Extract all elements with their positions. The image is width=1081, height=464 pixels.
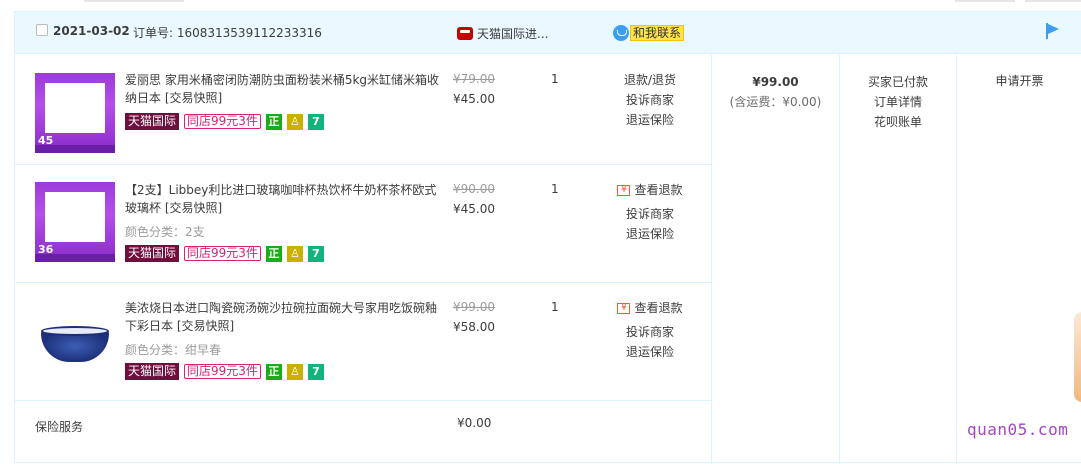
top-edge-strip — [0, 0, 1081, 3]
seven-day-icon: 7 — [307, 245, 324, 262]
shop-name: 天猫国际进... — [477, 27, 549, 41]
quantity: 1 — [551, 300, 559, 314]
actual-price: ¥45.00 — [453, 92, 495, 106]
contact-seller-button[interactable]: 和我联系 — [613, 25, 685, 41]
product-tags: 天猫国际 同店99元3件 正 ♙ 7 — [125, 363, 324, 380]
shop-promo-tag[interactable]: 同店99元3件 — [184, 364, 261, 379]
product-title[interactable]: 【2支】Libbey利比进口玻璃咖啡杯热饮杯牛奶杯茶杯欧式玻璃杯 [交易快照] — [125, 181, 445, 217]
authentic-icon: 正 — [265, 113, 282, 130]
original-price: ¥99.00 — [453, 300, 495, 314]
shop-link[interactable]: 天猫国际进... — [457, 25, 548, 42]
authentic-icon: 正 — [265, 363, 282, 380]
wangwang-icon — [613, 25, 629, 41]
shipping-note: (含运费：¥0.00) — [729, 95, 822, 109]
return-insurance-link[interactable]: 退运保险 — [610, 224, 690, 244]
shop-promo-tag[interactable]: 同店99元3件 — [184, 114, 261, 129]
order-item: 45 爱丽思 家用米桶密闭防潮防虫面粉装米桶5kg米缸储米箱收纳日本 [交易快照… — [15, 55, 711, 164]
original-price: ¥90.00 — [453, 182, 495, 196]
total-amount: ¥99.00 — [752, 75, 799, 89]
product-thumbnail[interactable]: 45 — [35, 73, 115, 153]
tmall-shop-icon — [457, 27, 473, 40]
return-insurance-link[interactable]: 退运保险 — [610, 110, 690, 130]
insurance-service-label: 保险服务 — [35, 420, 84, 434]
order-card: 2021-03-02 订单号: 1608313539112233316 天猫国际… — [14, 11, 1081, 464]
tmall-intl-tag: 天猫国际 — [125, 363, 180, 380]
complain-seller-link[interactable]: 投诉商家 — [610, 90, 690, 110]
side-widget[interactable] — [1074, 312, 1081, 402]
order-checkbox[interactable] — [36, 24, 48, 36]
product-title[interactable]: 美浓烧日本进口陶瓷碗汤碗沙拉碗拉面碗大号家用吃饭碗釉下彩日本 [交易快照] — [125, 299, 445, 335]
product-spec: 颜色分类：2支 — [125, 225, 205, 239]
refund-icon: ¥ — [617, 184, 631, 196]
seven-day-icon: 7 — [307, 363, 324, 380]
item-actions: ¥ 查看退款 投诉商家 退运保险 — [610, 180, 690, 244]
cup-icon: ♙ — [286, 245, 303, 262]
order-header: 2021-03-02 订单号: 1608313539112233316 天猫国际… — [15, 12, 1081, 54]
view-refund-link[interactable]: ¥ 查看退款 — [610, 180, 690, 200]
shop-promo-tag[interactable]: 同店99元3件 — [184, 246, 261, 261]
product-tags: 天猫国际 同店99元3件 正 ♙ 7 — [125, 113, 324, 130]
original-price: ¥79.00 — [453, 72, 495, 86]
huabei-bill-link[interactable]: 花呗账单 — [840, 112, 956, 132]
order-detail-link[interactable]: 订单详情 — [840, 92, 956, 112]
refund-return-link[interactable]: 退款/退货 — [610, 70, 690, 90]
order-status: 买家已付款 订单详情 花呗账单 — [840, 72, 956, 132]
actual-price: ¥45.00 — [453, 202, 495, 216]
seven-day-icon: 7 — [307, 113, 324, 130]
authentic-icon: 正 — [265, 245, 282, 262]
divider — [956, 55, 957, 464]
actual-price: ¥58.00 — [453, 320, 495, 334]
product-title[interactable]: 爱丽思 家用米桶密闭防潮防虫面粉装米桶5kg米缸储米箱收纳日本 [交易快照] — [125, 71, 445, 107]
order-item: 36 【2支】Libbey利比进口玻璃咖啡杯热饮杯牛奶杯茶杯欧式玻璃杯 [交易快… — [15, 165, 711, 282]
payment-status: 买家已付款 — [867, 75, 928, 89]
order-number: 订单号: 1608313539112233316 — [133, 26, 322, 40]
product-tags: 天猫国际 同店99元3件 正 ♙ 7 — [125, 245, 324, 262]
complain-seller-link[interactable]: 投诉商家 — [610, 322, 690, 342]
order-date: 2021-03-02 — [53, 24, 130, 38]
insurance-price: ¥0.00 — [457, 416, 492, 430]
product-thumbnail[interactable] — [35, 300, 115, 380]
refund-icon: ¥ — [617, 302, 631, 314]
flag-icon[interactable] — [1046, 23, 1060, 39]
return-insurance-link[interactable]: 退运保险 — [610, 342, 690, 362]
quantity: 1 — [551, 182, 559, 196]
cup-icon: ♙ — [286, 363, 303, 380]
complain-seller-link[interactable]: 投诉商家 — [610, 204, 690, 224]
cup-icon: ♙ — [286, 113, 303, 130]
quantity: 1 — [551, 72, 559, 86]
divider — [15, 400, 711, 401]
order-total: ¥99.00 (含运费：¥0.00) — [712, 72, 839, 112]
product-spec: 颜色分类：绀早春 — [125, 343, 222, 357]
watermark: quan05.com — [967, 420, 1069, 439]
view-refund-link[interactable]: ¥ 查看退款 — [610, 298, 690, 318]
item-actions: 退款/退货 投诉商家 退运保险 — [610, 70, 690, 130]
request-invoice-link[interactable]: 申请开票 — [957, 72, 1081, 89]
item-actions: ¥ 查看退款 投诉商家 退运保险 — [610, 298, 690, 362]
tmall-intl-tag: 天猫国际 — [125, 245, 180, 262]
contact-label: 和我联系 — [630, 25, 685, 41]
divider — [711, 55, 712, 464]
product-thumbnail[interactable]: 36 — [35, 182, 115, 262]
order-item: 美浓烧日本进口陶瓷碗汤碗沙拉碗拉面碗大号家用吃饭碗釉下彩日本 [交易快照] 颜色… — [15, 283, 711, 400]
tmall-intl-tag: 天猫国际 — [125, 113, 180, 130]
